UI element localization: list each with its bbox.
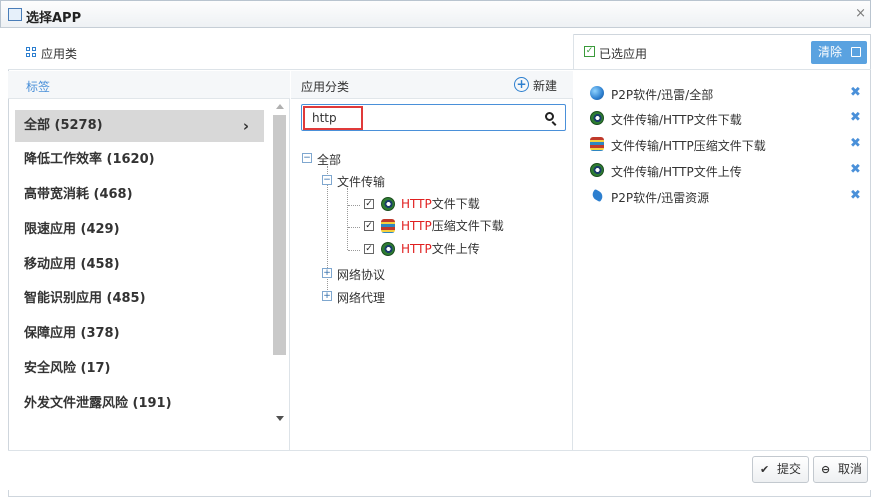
category-item-label: 降低工作效率 (1620) — [24, 152, 155, 167]
app-tree-header: 应用分类 + 新建 — [291, 71, 573, 99]
category-item[interactable]: 外发文件泄露风险 (191) — [22, 388, 270, 420]
category-item[interactable]: 限速应用 (429) — [22, 214, 270, 246]
category-item-label: 安全风险 (17) — [24, 361, 111, 376]
tree-item-label[interactable]: HTTP文件下载 — [401, 195, 480, 212]
tree-checkbox[interactable]: ✓ — [364, 199, 374, 209]
tree-item-label-rest: 文件上传 — [431, 242, 480, 256]
archive-stack-icon — [381, 219, 395, 233]
grid-icon — [26, 47, 37, 58]
selected-apps-label: 已选应用 — [599, 47, 648, 61]
submit-button-label: 提交 — [777, 462, 802, 476]
app-class-label: 应用类 — [41, 47, 78, 61]
tree-expand-icon[interactable]: + — [322, 291, 332, 301]
tree-expand-icon[interactable]: + — [322, 268, 332, 278]
selected-app-item: P2P软件/迅雷资源 ✖ — [590, 186, 870, 206]
http-upload-icon — [590, 163, 604, 177]
clear-button[interactable]: 清除 — [811, 41, 867, 64]
archive-stack-icon — [590, 137, 604, 151]
plus-circle-icon: + — [514, 77, 529, 92]
search-icon[interactable] — [545, 112, 554, 121]
globe-icon — [590, 86, 604, 100]
category-header: 标签 — [8, 71, 290, 99]
dialog-title: 选择APP — [26, 11, 82, 26]
tree-group-label[interactable]: 网络代理 — [337, 289, 385, 306]
new-button-label: 新建 — [533, 79, 558, 93]
tree-item-highlight: HTTP — [401, 197, 432, 211]
category-item-label: 外发文件泄露风险 (191) — [24, 396, 172, 411]
category-item[interactable]: 安全风险 (17) — [22, 353, 270, 385]
category-item-label: 智能识别应用 (485) — [24, 291, 146, 306]
dialog-titlebar: 选择APP × — [0, 0, 871, 28]
tree-line — [347, 188, 348, 250]
category-header-label: 标签 — [26, 80, 51, 94]
http-download-icon — [590, 111, 604, 125]
remove-icon[interactable]: ✖ — [850, 162, 861, 177]
category-item-label: 移动应用 (458) — [24, 257, 120, 272]
remove-icon[interactable]: ✖ — [850, 188, 861, 203]
remove-icon[interactable]: ✖ — [850, 110, 861, 125]
tree-checkbox[interactable]: ✓ — [364, 221, 374, 231]
category-item-label: 保障应用 (378) — [24, 326, 120, 341]
scroll-thumb[interactable] — [273, 115, 286, 355]
minus-circle-icon: ⊖ — [821, 463, 831, 476]
http-download-icon — [381, 197, 395, 211]
cancel-button[interactable]: ⊖ 取消 — [813, 456, 868, 483]
category-item-all[interactable]: 全部 (5278) › — [15, 110, 264, 142]
category-item[interactable]: 移动应用 (458) — [22, 249, 270, 281]
tree-line — [348, 205, 360, 206]
tree-item-label[interactable]: HTTP压缩文件下载 — [401, 217, 504, 234]
tree-line — [348, 250, 360, 251]
category-item-label: 高带宽消耗 (468) — [24, 187, 133, 202]
selected-app-name: 文件传输/HTTP文件下载 — [611, 113, 742, 127]
cancel-button-label: 取消 — [838, 462, 863, 476]
edit-icon — [851, 47, 861, 57]
dialog-footer — [8, 450, 871, 490]
selected-app-name: 文件传输/HTTP压缩文件下载 — [611, 139, 766, 153]
category-item-label: 限速应用 (429) — [24, 222, 120, 237]
app-class-header: 应用类 — [8, 34, 573, 70]
category-item-label: 全部 (5278) — [24, 118, 103, 133]
chevron-right-icon: › — [242, 117, 249, 135]
category-item[interactable]: 降低工作效率 (1620) — [22, 144, 270, 176]
submit-button[interactable]: ✔ 提交 — [752, 456, 809, 483]
tree-checkbox[interactable]: ✓ — [364, 244, 374, 254]
selected-app-item: 文件传输/HTTP文件上传 ✖ — [590, 160, 870, 180]
close-icon[interactable]: × — [855, 6, 866, 21]
remove-icon[interactable]: ✖ — [850, 136, 861, 151]
tree-item-highlight: HTTP — [401, 242, 432, 256]
selected-app-name: P2P软件/迅雷/全部 — [611, 88, 714, 102]
category-item[interactable]: 智能识别应用 (485) — [22, 283, 270, 315]
selected-app-item: 文件传输/HTTP压缩文件下载 ✖ — [590, 134, 870, 154]
tree-item-label-rest: 压缩文件下载 — [431, 219, 504, 233]
http-upload-icon — [381, 242, 395, 256]
window-icon — [8, 8, 22, 21]
search-highlight-frame — [303, 106, 363, 130]
selected-apps-panel: P2P软件/迅雷/全部 ✖ 文件传输/HTTP文件下载 ✖ 文件传输/HTTP压… — [574, 71, 871, 450]
tree-collapse-icon[interactable]: − — [322, 175, 332, 185]
selected-app-item: P2P软件/迅雷/全部 ✖ — [590, 83, 870, 103]
category-item[interactable]: 高带宽消耗 (468) — [22, 179, 270, 211]
clear-button-label: 清除 — [818, 45, 843, 59]
tree-group-label[interactable]: 文件传输 — [337, 173, 385, 190]
remove-icon[interactable]: ✖ — [850, 85, 861, 100]
tree-group-label[interactable]: 网络协议 — [337, 266, 385, 283]
selected-app-item: 文件传输/HTTP文件下载 ✖ — [590, 108, 870, 128]
tree-item-label[interactable]: HTTP文件上传 — [401, 240, 480, 257]
scroll-down-icon[interactable] — [276, 416, 284, 421]
bird-icon — [590, 188, 605, 203]
selected-app-name: 文件传输/HTTP文件上传 — [611, 165, 742, 179]
category-item[interactable]: 保障应用 (378) — [22, 318, 270, 350]
tree-collapse-icon[interactable]: − — [302, 153, 312, 163]
tree-line — [348, 227, 360, 228]
checkmark-icon: ✔ — [760, 463, 770, 476]
tree-item-label-rest: 文件下载 — [431, 197, 480, 211]
scroll-up-icon[interactable] — [276, 104, 284, 109]
app-tree-header-label: 应用分类 — [301, 80, 350, 94]
tree-item-highlight: HTTP — [401, 219, 432, 233]
selected-app-name: P2P软件/迅雷资源 — [611, 191, 710, 205]
checkbox-icon: ✓ — [584, 46, 595, 57]
tree-root-label[interactable]: 全部 — [317, 151, 341, 168]
